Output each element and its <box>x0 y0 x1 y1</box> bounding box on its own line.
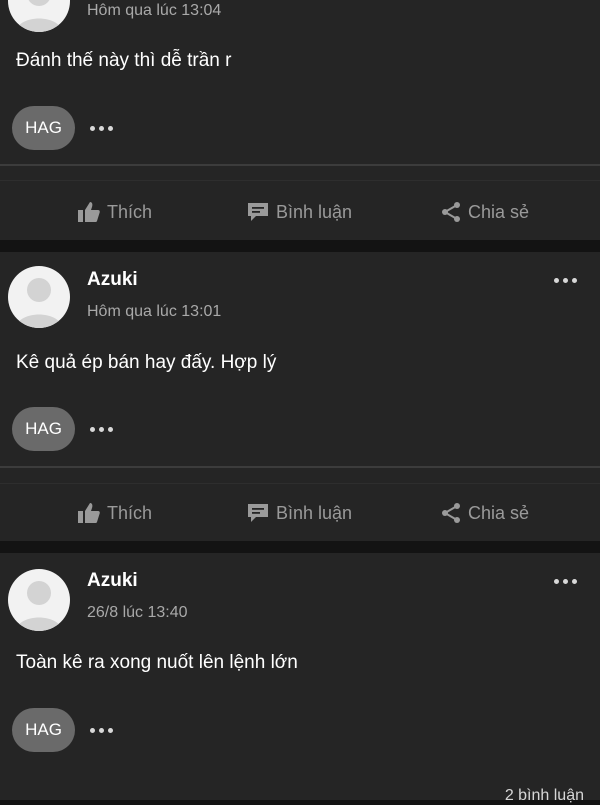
thumbs-up-icon <box>78 202 100 222</box>
like-label: Thích <box>107 201 153 222</box>
more-dots-icon <box>548 269 582 291</box>
comment-button[interactable]: Bình luận <box>246 183 352 241</box>
comment-label: Bình luận <box>276 201 353 222</box>
stock-tag[interactable]: HAG <box>12 407 75 451</box>
avatar[interactable] <box>8 569 70 631</box>
post-time: 26/8 lúc 13:40 <box>87 604 188 621</box>
default-user-avatar-icon <box>16 278 62 328</box>
default-user-avatar-icon <box>16 0 62 32</box>
divider <box>0 164 600 166</box>
comment-bubble-icon <box>248 504 268 522</box>
share-icon <box>442 503 460 523</box>
comment-bubble-icon <box>248 203 268 221</box>
comment-count[interactable]: 2 bình luận <box>505 787 584 805</box>
post-content: Đánh thế này thì dễ trần r <box>16 50 232 71</box>
post-card: Azuki Hôm qua lúc 13:01 Kê quả ép bán ha… <box>0 252 600 541</box>
like-button[interactable]: Thích <box>77 183 152 241</box>
action-bar: Thích Bình luận Chia sẻ <box>0 183 600 241</box>
share-label: Chia sẻ <box>468 502 530 523</box>
share-icon <box>442 202 460 222</box>
post-time: Hôm qua lúc 13:01 <box>87 303 222 320</box>
post-content: Toàn kê ra xong nuốt lên lệnh lớn <box>16 652 298 673</box>
post-card: Azuki 26/8 lúc 13:40 Toàn kê ra xong nuố… <box>0 553 600 804</box>
post-card: Hôm qua lúc 13:04 Đánh thế này thì dễ tr… <box>0 0 600 240</box>
post-author[interactable]: Azuki <box>87 570 138 592</box>
like-button[interactable]: Thích <box>77 484 152 542</box>
more-dots-icon[interactable] <box>86 419 116 439</box>
default-user-avatar-icon <box>16 581 62 631</box>
post-more-button[interactable] <box>548 269 582 291</box>
avatar[interactable] <box>8 266 70 328</box>
stock-tag[interactable]: HAG <box>12 106 75 150</box>
action-bar: Thích Bình luận Chia sẻ <box>0 484 600 542</box>
share-label: Chia sẻ <box>468 201 530 222</box>
share-button[interactable]: Chia sẻ <box>440 183 529 241</box>
more-dots-icon[interactable] <box>86 720 116 740</box>
share-button[interactable]: Chia sẻ <box>440 484 529 542</box>
like-label: Thích <box>107 502 153 523</box>
thumbs-up-icon <box>78 503 100 523</box>
avatar[interactable] <box>8 0 70 32</box>
more-dots-icon[interactable] <box>86 118 116 138</box>
comment-label: Bình luận <box>276 502 353 523</box>
comment-button[interactable]: Bình luận <box>246 484 352 542</box>
post-content: Kê quả ép bán hay đấy. Hợp lý <box>16 352 277 373</box>
more-dots-icon <box>548 570 582 592</box>
divider <box>0 466 600 468</box>
post-more-button[interactable] <box>548 570 582 592</box>
divider <box>0 180 600 181</box>
post-author[interactable]: Azuki <box>87 269 138 291</box>
stock-tag[interactable]: HAG <box>12 708 75 752</box>
post-time: Hôm qua lúc 13:04 <box>87 2 222 19</box>
